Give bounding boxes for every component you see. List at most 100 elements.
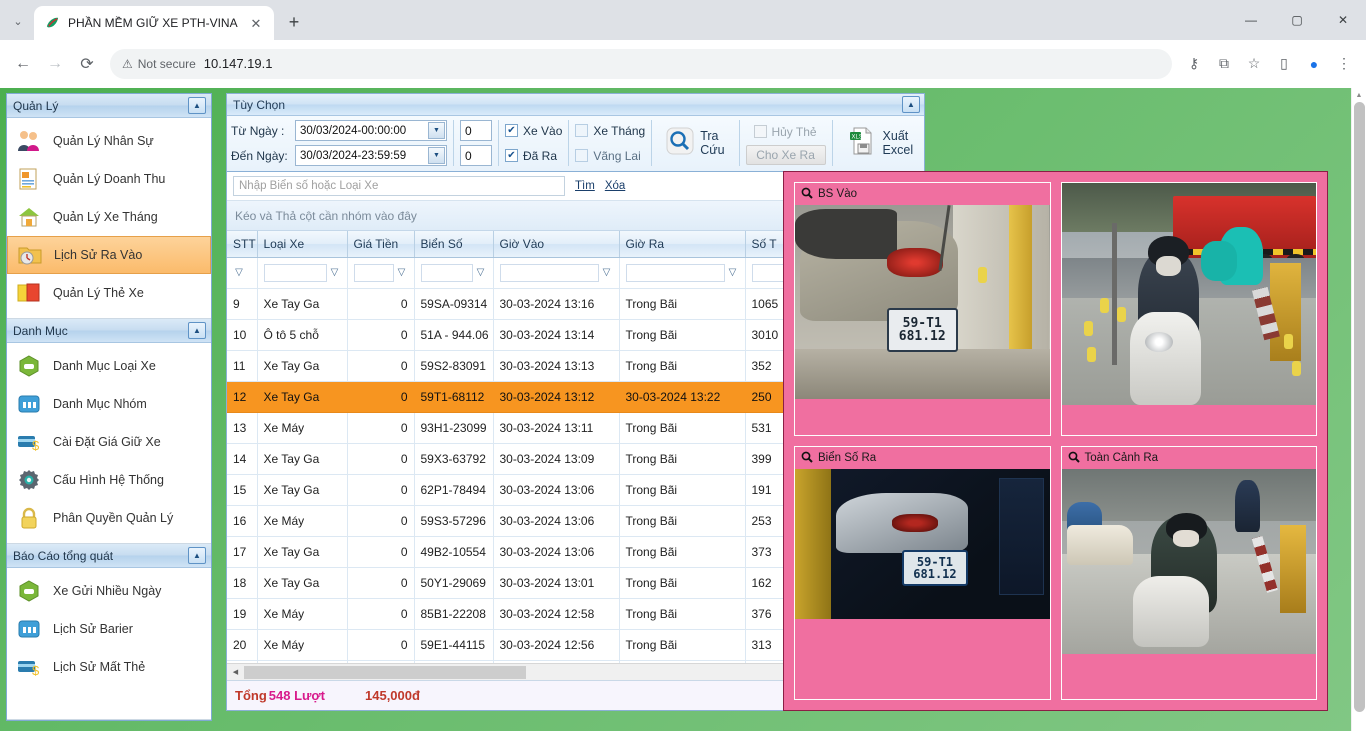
filter-input[interactable]	[499, 263, 599, 282]
checkbox-xe-thang[interactable]: ✔ Xe Tháng	[575, 120, 645, 141]
scroll-left-icon[interactable]: ◀	[227, 664, 244, 681]
chevron-up-icon[interactable]: ▲	[188, 97, 206, 114]
filter-input[interactable]	[263, 263, 327, 282]
sidebar-item-lich-su-ra-vao[interactable]: Lịch Sử Ra Vào	[7, 236, 211, 274]
close-tab-icon[interactable]: ✕	[248, 15, 264, 31]
sidebar-item-quan-ly-doanh-thu[interactable]: Quản Lý Doanh Thu	[7, 160, 211, 198]
chevron-up-icon[interactable]: ▲	[188, 547, 206, 564]
number-input-1[interactable]: 0	[460, 120, 492, 141]
filter-cell-gio-vao[interactable]: ▽	[493, 257, 620, 289]
cctv-snapshot-entry-overview	[1061, 183, 1316, 405]
chevron-down-icon[interactable]: ▼	[428, 147, 445, 164]
filter-icon[interactable]: ▽	[727, 267, 739, 278]
column-header-stt[interactable]: STT	[227, 231, 258, 258]
filter-icon[interactable]: ▽	[329, 267, 341, 278]
close-window-button[interactable]: ✕	[1320, 0, 1366, 40]
sidebar-item-quan-ly-the-xe[interactable]: Quản Lý Thẻ Xe	[7, 274, 211, 312]
find-link[interactable]: Tìm	[575, 180, 595, 192]
sidebar-item-lich-su-barier[interactable]: Lịch Sử Barier	[7, 610, 211, 648]
table-cell-vao: 30-03-2024 13:09	[493, 443, 620, 475]
sidebar-item-lich-su-mat-the[interactable]: $ Lịch Sử Mất Thẻ	[7, 648, 211, 686]
sidebar-item-cau-hinh-he-thong[interactable]: Cấu Hình Hệ Thống	[7, 461, 211, 499]
minimize-button[interactable]: —	[1228, 0, 1274, 40]
checkbox-vang-lai[interactable]: ✔ Vãng Lai	[575, 145, 645, 166]
profile-avatar-icon[interactable]: ●	[1300, 50, 1328, 78]
page-scroll-up-icon[interactable]: ▲	[1352, 88, 1366, 102]
total-amount: 145,000đ	[365, 688, 420, 703]
search-input[interactable]: Nhập Biển số hoặc Loại Xe	[233, 176, 565, 196]
not-secure-badge[interactable]: ⚠ Not secure	[122, 57, 196, 71]
to-date-input[interactable]: 30/03/2024-23:59:59 ▼	[295, 145, 447, 166]
sidebar-item-quan-ly-nhan-su[interactable]: Quản Lý Nhân Sự	[7, 122, 211, 160]
chevron-up-icon[interactable]: ▲	[188, 322, 206, 339]
column-header-gia-tien[interactable]: Giá Tiền	[347, 231, 415, 258]
lock-icon	[15, 505, 43, 531]
browser-tab[interactable]: PHẦN MỀM GIỮ XE PTH-VINA ✕	[34, 6, 274, 40]
chevron-up-icon[interactable]: ▲	[902, 96, 920, 113]
let-vehicle-out-button[interactable]: Cho Xe Ra	[745, 144, 826, 165]
reload-icon[interactable]: ⟳	[72, 49, 102, 79]
sidebar-item-quan-ly-xe-thang[interactable]: Quản Lý Xe Tháng	[7, 198, 211, 236]
filter-icon[interactable]: ▽	[396, 267, 408, 278]
sidebar-item-label: Cấu Hình Hệ Thống	[53, 473, 164, 487]
filter-cell-gia-tien[interactable]: ▽	[347, 257, 415, 289]
filter-input[interactable]	[353, 263, 394, 282]
image-card-bs-vao[interactable]: BS Vào 59-T1 681.12	[794, 182, 1051, 436]
filter-cell-loai-xe[interactable]: ▽	[257, 257, 348, 289]
new-tab-button[interactable]: +	[280, 8, 308, 36]
sidebar-item-phan-quyen-quan-ly[interactable]: Phân Quyền Quản Lý	[7, 499, 211, 537]
from-date-input[interactable]: 30/03/2024-00:00:00 ▼	[295, 120, 447, 141]
search-button[interactable]: Tra Cứu	[658, 121, 732, 165]
checkbox-da-ra[interactable]: ✔ Đã Ra	[505, 145, 562, 166]
number-input-2[interactable]: 0	[460, 145, 492, 166]
tab-search-icon[interactable]: ⌄	[4, 7, 32, 35]
total-label: Tổng	[235, 688, 267, 703]
filter-icon[interactable]: ▽	[233, 267, 245, 278]
page-scrollbar[interactable]: ▲	[1351, 88, 1366, 731]
table-cell-vao: 30-03-2024 13:01	[493, 567, 620, 599]
sidebar-item-danh-muc-nhom[interactable]: Danh Mục Nhóm	[7, 385, 211, 423]
column-header-gio-vao[interactable]: Giờ Vào	[493, 231, 620, 258]
image-card-bien-so-ra[interactable]: Biển Số Ra 59-T1 681.12	[794, 446, 1051, 700]
image-card-toan-canh-ra[interactable]: Toàn Cảnh Ra	[1060, 446, 1317, 700]
magnifier-icon[interactable]	[1068, 451, 1080, 466]
image-preview-panel: BS Vào 59-T1 681.12 Biển Số Ra 59-T1 681…	[783, 171, 1328, 711]
filter-cell-gio-ra[interactable]: ▽	[619, 257, 746, 289]
image-card-toan-canh-vao[interactable]: Toàn Cảnh Vào	[1060, 182, 1317, 436]
column-header-loai-xe[interactable]: Loại Xe	[257, 231, 348, 258]
filter-input[interactable]	[625, 263, 725, 282]
side-panel-icon[interactable]: ▯	[1270, 50, 1298, 78]
bookmark-star-icon[interactable]: ☆	[1240, 50, 1268, 78]
export-excel-button[interactable]: XLS Xuất Excel	[839, 121, 922, 165]
sidebar-item-danh-muc-loai-xe[interactable]: Danh Mục Loại Xe	[7, 347, 211, 385]
column-header-gio-ra[interactable]: Giờ Ra	[619, 231, 746, 258]
page-scroll-thumb[interactable]	[1354, 102, 1365, 712]
magnifier-icon[interactable]	[801, 451, 813, 466]
filter-cell-bien-so[interactable]: ▽	[414, 257, 494, 289]
cancel-card-button[interactable]: Hủy Thẻ	[746, 122, 826, 142]
sidebar-item-xe-gui-nhieu-ngay[interactable]: Xe Gửi Nhiều Ngày	[7, 572, 211, 610]
filter-icon[interactable]: ▽	[475, 267, 487, 278]
maximize-button[interactable]: ▢	[1274, 0, 1320, 40]
chevron-down-icon[interactable]: ▼	[428, 122, 445, 139]
filter-icon[interactable]: ▽	[601, 267, 613, 278]
sidebar-item-label: Quản Lý Xe Tháng	[53, 210, 158, 224]
sidebar-group-bao-cao[interactable]: Báo Cáo tổng quát ▲	[7, 544, 211, 568]
horizontal-scroll-thumb[interactable]	[244, 666, 526, 679]
sidebar-group-quan-ly[interactable]: Quản Lý ▲	[7, 94, 211, 118]
chrome-menu-icon[interactable]: ⋮	[1330, 50, 1358, 78]
filter-input[interactable]	[420, 263, 473, 282]
sidebar-item-cai-dat-gia-giu-xe[interactable]: $ Cài Đặt Giá Giữ Xe	[7, 423, 211, 461]
column-header-bien-so[interactable]: Biển Số	[414, 231, 494, 258]
clear-link[interactable]: Xóa	[605, 180, 625, 192]
image-caption: Biển Số Ra	[818, 452, 877, 464]
translate-icon[interactable]: ⧉	[1210, 50, 1238, 78]
forward-icon[interactable]: →	[40, 49, 70, 79]
password-key-icon[interactable]: ⚷	[1180, 50, 1208, 78]
checkbox-xe-vao[interactable]: ✔ Xe Vào	[505, 120, 562, 141]
magnifier-icon[interactable]	[801, 187, 813, 202]
sidebar-group-danh-muc[interactable]: Danh Mục ▲	[7, 319, 211, 343]
filter-cell-stt[interactable]: ▽	[227, 257, 258, 289]
back-icon[interactable]: ←	[8, 49, 38, 79]
address-bar[interactable]: ⚠ Not secure 10.147.19.1	[110, 48, 1172, 79]
